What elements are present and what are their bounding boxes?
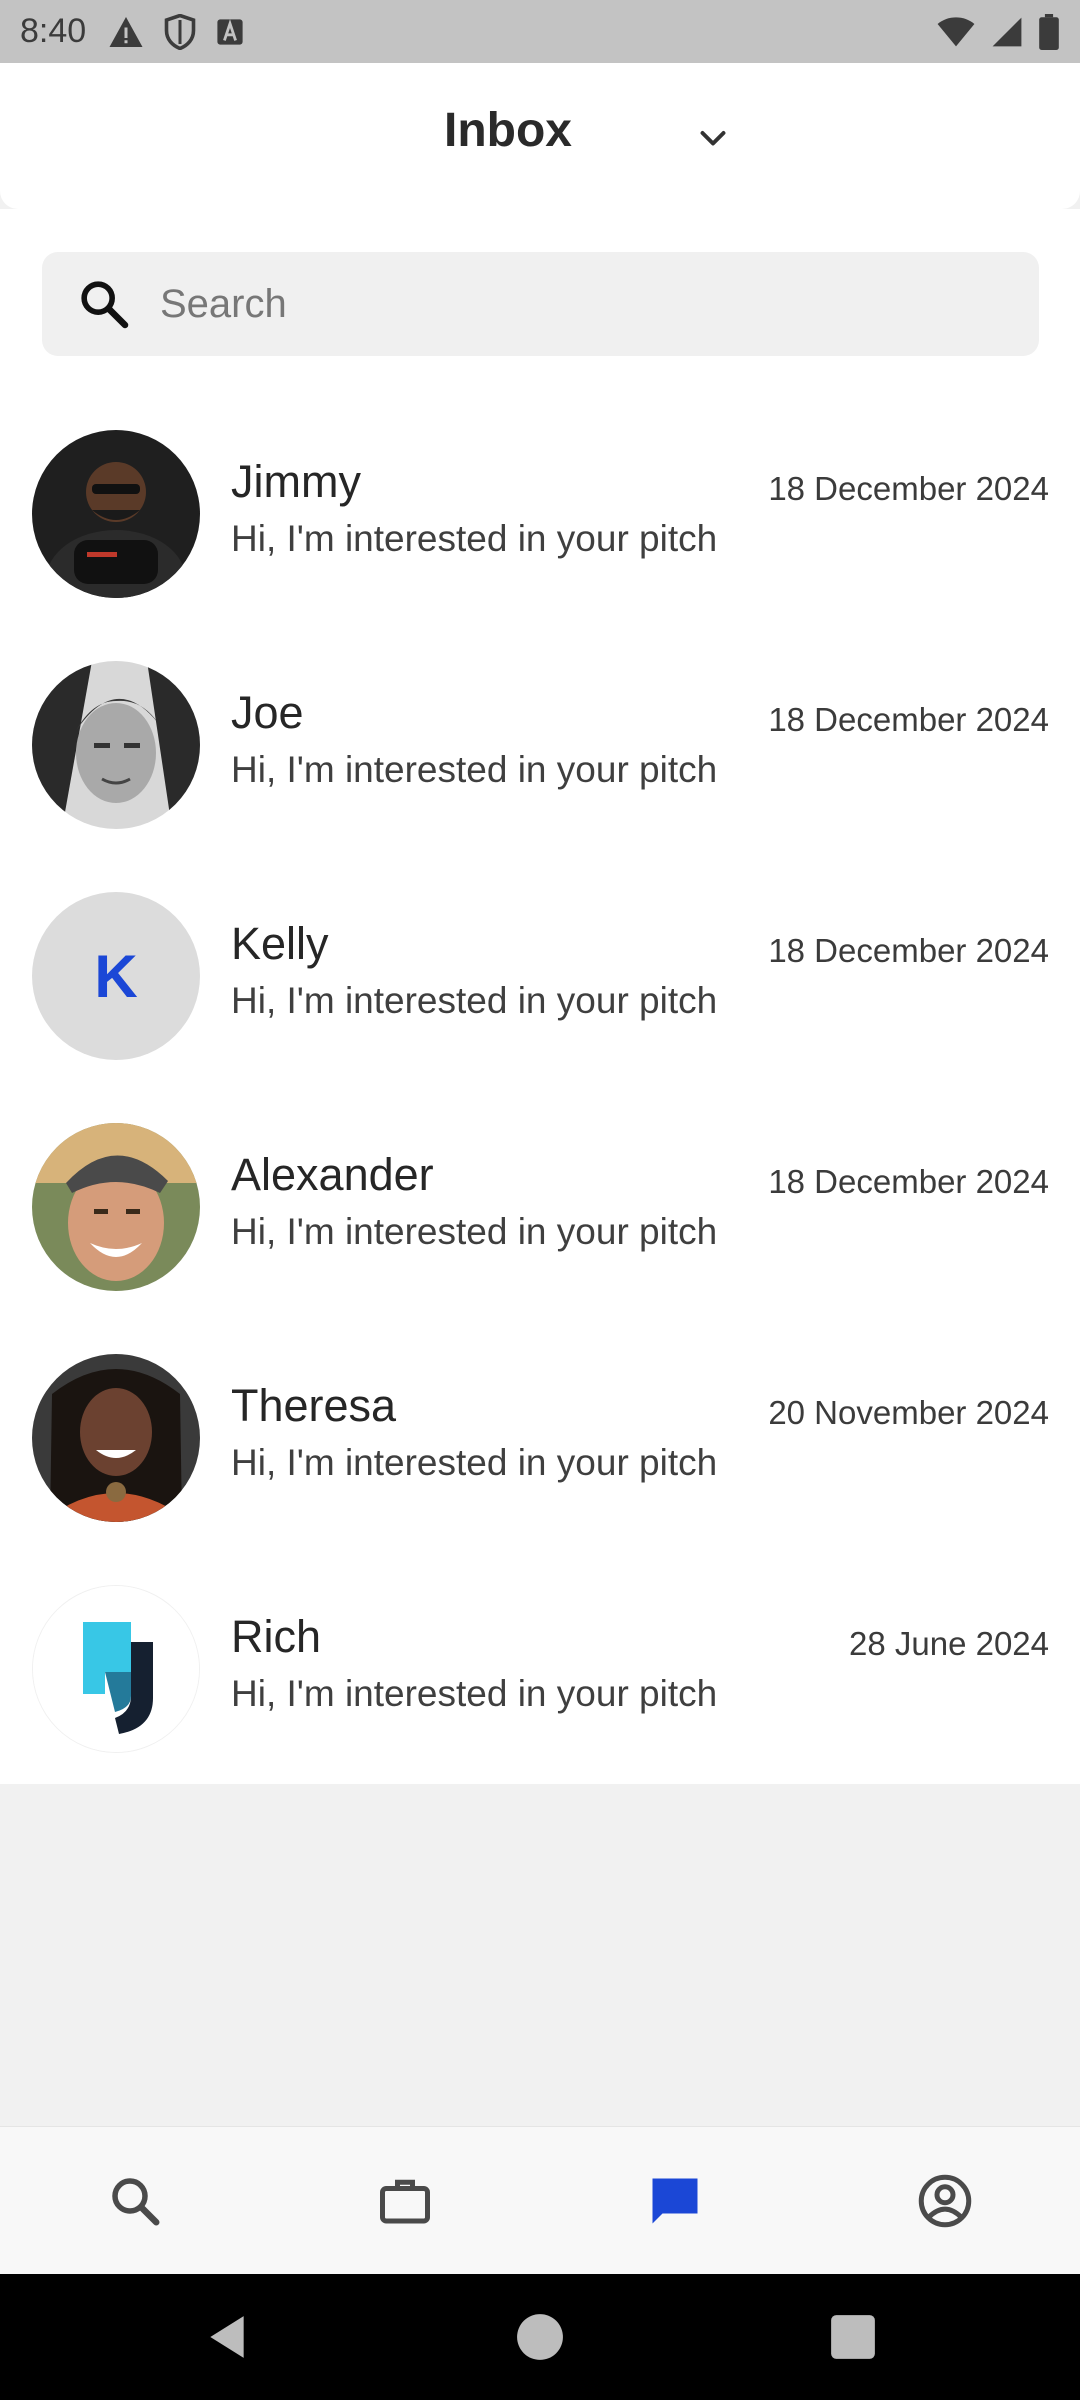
a-icon bbox=[217, 18, 243, 45]
search-icon bbox=[81, 281, 129, 329]
avatar-initial-letter: K bbox=[94, 942, 138, 1010]
contact-name: Joe bbox=[231, 687, 304, 738]
message-date: 20 November 2024 bbox=[768, 1394, 1049, 1431]
battery-icon bbox=[1039, 13, 1059, 50]
avatar bbox=[32, 430, 200, 598]
message-preview: Hi, I'm interested in your pitch bbox=[231, 1673, 718, 1714]
inbox-screen: 8:40 Inbox Search Jimmy Hi, I'm interest… bbox=[0, 0, 1080, 2400]
search-input[interactable] bbox=[160, 281, 980, 327]
status-time: 8:40 bbox=[20, 12, 87, 50]
message-preview: Hi, I'm interested in your pitch bbox=[231, 980, 718, 1021]
bottom-nav bbox=[0, 2126, 1080, 2274]
contact-name: Alexander bbox=[231, 1149, 434, 1200]
avatar bbox=[32, 1354, 200, 1522]
avatar-initial: K bbox=[32, 892, 200, 1060]
message-date: 18 December 2024 bbox=[768, 470, 1049, 507]
conversation-item-jimmy[interactable]: Jimmy Hi, I'm interested in your pitch 1… bbox=[0, 430, 1080, 660]
recents-icon[interactable] bbox=[828, 2312, 878, 2362]
nav-profile[interactable] bbox=[915, 2171, 975, 2231]
message-preview: Hi, I'm interested in your pitch bbox=[231, 518, 718, 559]
briefcase-icon bbox=[380, 2179, 430, 2224]
chat-icon bbox=[652, 2178, 698, 2224]
nav-search[interactable] bbox=[105, 2171, 165, 2231]
message-date: 28 June 2024 bbox=[848, 1625, 1049, 1662]
header: Inbox bbox=[0, 63, 1080, 209]
avatar bbox=[32, 1123, 200, 1291]
contact-name: Rich bbox=[231, 1611, 322, 1662]
conversation-item-alexander[interactable]: Alexander Hi, I'm interested in your pit… bbox=[0, 1123, 1080, 1353]
conversation-item-rich[interactable]: Rich Hi, I'm interested in your pitch 28… bbox=[0, 1585, 1080, 1815]
signal-icon bbox=[992, 17, 1022, 46]
page-title: Inbox bbox=[444, 104, 572, 157]
search-icon bbox=[112, 2178, 160, 2226]
conversation-item-kelly[interactable]: K Kelly Hi, I'm interested in your pitch… bbox=[0, 892, 1080, 1122]
message-date: 18 December 2024 bbox=[768, 701, 1049, 738]
message-date: 18 December 2024 bbox=[768, 1163, 1049, 1200]
back-icon[interactable] bbox=[202, 2312, 252, 2362]
conversation-item-theresa[interactable]: Theresa Hi, I'm interested in your pitch… bbox=[0, 1354, 1080, 1584]
status-bar: 8:40 bbox=[0, 0, 1080, 63]
avatar bbox=[32, 661, 200, 829]
shield-icon bbox=[164, 13, 196, 50]
search-bar[interactable] bbox=[42, 252, 1039, 356]
contact-name: Jimmy bbox=[231, 456, 361, 507]
nav-chat[interactable] bbox=[645, 2171, 705, 2231]
warning-icon bbox=[109, 16, 143, 47]
chevron-down-icon[interactable] bbox=[695, 121, 731, 157]
contact-name: Theresa bbox=[231, 1380, 397, 1431]
contact-name: Kelly bbox=[231, 918, 329, 969]
message-date: 18 December 2024 bbox=[768, 932, 1049, 969]
message-preview: Hi, I'm interested in your pitch bbox=[231, 1442, 718, 1483]
profile-icon bbox=[918, 2174, 972, 2228]
nav-briefcase[interactable] bbox=[375, 2171, 435, 2231]
avatar-logo bbox=[32, 1585, 200, 1753]
message-preview: Hi, I'm interested in your pitch bbox=[231, 1211, 718, 1252]
system-nav-bar bbox=[0, 2274, 1080, 2400]
home-icon[interactable] bbox=[515, 2312, 565, 2362]
wifi-icon bbox=[937, 16, 975, 46]
message-preview: Hi, I'm interested in your pitch bbox=[231, 749, 718, 790]
conversation-item-joe[interactable]: Joe Hi, I'm interested in your pitch 18 … bbox=[0, 661, 1080, 891]
